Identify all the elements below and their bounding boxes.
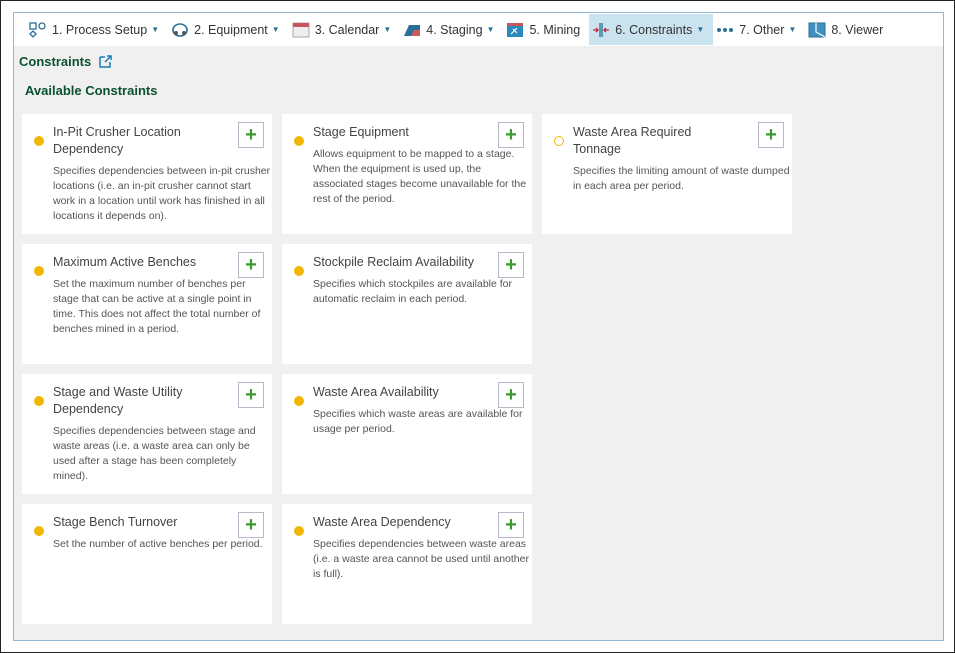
nav-tab-3[interactable]: 3. Calendar ▼ bbox=[289, 14, 401, 45]
add-constraint-button[interactable]: + bbox=[238, 512, 264, 538]
status-dot-icon bbox=[294, 396, 304, 406]
constraint-card: Maximum Active Benches Set the maximum nu… bbox=[22, 244, 272, 364]
chevron-down-icon[interactable]: ▼ bbox=[151, 25, 159, 34]
page-title: Constraints bbox=[19, 54, 112, 69]
constraint-title: In-Pit Crusher Location Dependency bbox=[53, 125, 181, 156]
nav-tab-7[interactable]: 7. Other ▼ bbox=[713, 14, 805, 45]
status-dot-icon bbox=[34, 526, 44, 536]
nav-tab-8[interactable]: 8. Viewer bbox=[805, 14, 892, 45]
constraint-title: Waste Area Required Tonnage bbox=[573, 125, 692, 156]
constraint-description: Specifies dependencies between in-pit cr… bbox=[53, 165, 271, 222]
constraint-card: Stage Bench Turnover Set the number of ac… bbox=[22, 504, 272, 624]
constraint-card: Waste Area Dependency Specifies dependenc… bbox=[282, 504, 532, 624]
top-nav: 1. Process Setup ▼ 2. Equipment ▼ 3. Calenda… bbox=[14, 13, 943, 46]
plus-icon: + bbox=[245, 124, 257, 146]
nav-tab-4[interactable]: 4. Staging ▼ bbox=[400, 14, 503, 45]
constraint-title: Stage Equipment bbox=[313, 125, 409, 139]
nav-tab-label: 2. Equipment bbox=[194, 22, 268, 37]
status-dot-icon bbox=[294, 266, 304, 276]
constraint-title: Waste Area Availability bbox=[313, 385, 439, 399]
add-constraint-button[interactable]: + bbox=[238, 252, 264, 278]
empty-slot bbox=[542, 244, 792, 364]
add-constraint-button[interactable]: + bbox=[758, 122, 784, 148]
equipment-icon bbox=[171, 22, 194, 38]
plus-icon: + bbox=[505, 124, 517, 146]
add-constraint-button[interactable]: + bbox=[498, 252, 524, 278]
nav-tab-5[interactable]: 5. Mining bbox=[503, 14, 589, 45]
viewer-icon bbox=[808, 22, 831, 38]
plus-icon: + bbox=[765, 124, 777, 146]
constraint-card: Stage and Waste Utility Dependency Specif… bbox=[22, 374, 272, 494]
constraint-title: Stage Bench Turnover bbox=[53, 515, 178, 529]
constraint-title: Stage and Waste Utility Dependency bbox=[53, 385, 183, 416]
constraint-card: Stockpile Reclaim Availability Specifies … bbox=[282, 244, 532, 364]
plus-icon: + bbox=[245, 384, 257, 406]
chevron-down-icon[interactable]: ▼ bbox=[272, 25, 280, 34]
add-constraint-button[interactable]: + bbox=[238, 122, 264, 148]
nav-tab-label: 6. Constraints bbox=[615, 22, 693, 37]
chevron-down-icon[interactable]: ▼ bbox=[788, 25, 796, 34]
add-constraint-button[interactable]: + bbox=[238, 382, 264, 408]
mining-icon bbox=[506, 22, 529, 38]
nav-tab-6[interactable]: 6. Constraints ▼ bbox=[589, 14, 714, 45]
empty-slot bbox=[542, 374, 792, 494]
constraint-description: Allows equipment to be mapped to a stage… bbox=[313, 148, 527, 205]
constraint-description: Specifies dependencies between stage and… bbox=[53, 425, 256, 482]
constraint-card: Waste Area Required Tonnage Specifies the… bbox=[542, 114, 792, 234]
nav-tab-label: 5. Mining bbox=[529, 22, 581, 37]
plus-icon: + bbox=[505, 384, 517, 406]
constraint-title: Stockpile Reclaim Availability bbox=[313, 255, 474, 269]
constraint-card: In-Pit Crusher Location Dependency Specif… bbox=[22, 114, 272, 234]
constraint-description: Specifies which stockpiles are available… bbox=[313, 278, 513, 305]
nav-tab-1[interactable]: 1. Process Setup ▼ bbox=[26, 14, 168, 45]
constraint-card: Waste Area Availability Specifies which w… bbox=[282, 374, 532, 494]
staging-icon bbox=[403, 22, 426, 38]
nav-tab-label: 7. Other bbox=[739, 22, 785, 37]
nav-tab-2[interactable]: 2. Equipment ▼ bbox=[168, 14, 289, 45]
constraints-grid: In-Pit Crusher Location Dependency Specif… bbox=[22, 114, 792, 624]
add-constraint-button[interactable]: + bbox=[498, 512, 524, 538]
status-dot-icon bbox=[294, 136, 304, 146]
add-constraint-button[interactable]: + bbox=[498, 382, 524, 408]
process-setup-icon bbox=[29, 21, 52, 38]
main-panel: 1. Process Setup ▼ 2. Equipment ▼ 3. Calenda… bbox=[13, 12, 944, 641]
constraint-card: Stage Equipment Allows equipment to be ma… bbox=[282, 114, 532, 234]
nav-tab-label: 1. Process Setup bbox=[52, 22, 148, 37]
status-dot-icon bbox=[294, 526, 304, 536]
calendar-icon bbox=[292, 22, 315, 38]
more-dots-icon bbox=[716, 22, 739, 38]
page-title-text: Constraints bbox=[19, 54, 92, 69]
constraint-title: Waste Area Dependency bbox=[313, 515, 451, 529]
status-dot-icon bbox=[34, 396, 44, 406]
plus-icon: + bbox=[505, 254, 517, 276]
add-constraint-button[interactable]: + bbox=[498, 122, 524, 148]
status-dot-icon bbox=[554, 136, 564, 146]
chevron-down-icon[interactable]: ▼ bbox=[487, 25, 495, 34]
section-title: Available Constraints bbox=[25, 83, 158, 98]
nav-tab-label: 4. Staging bbox=[426, 22, 483, 37]
status-dot-icon bbox=[34, 136, 44, 146]
chevron-down-icon[interactable]: ▼ bbox=[383, 25, 391, 34]
status-dot-icon bbox=[34, 266, 44, 276]
constraint-description: Specifies the limiting amount of waste d… bbox=[573, 165, 790, 192]
plus-icon: + bbox=[505, 514, 517, 536]
constraint-description: Specifies dependencies between waste are… bbox=[313, 538, 529, 580]
external-link-icon[interactable] bbox=[99, 55, 112, 68]
constraints-icon bbox=[592, 22, 615, 38]
constraint-description: Set the number of active benches per per… bbox=[53, 538, 263, 550]
nav-tab-label: 3. Calendar bbox=[314, 22, 380, 37]
constraint-title: Maximum Active Benches bbox=[53, 255, 197, 269]
constraint-description: Specifies which waste areas are availabl… bbox=[313, 408, 523, 435]
chevron-down-icon[interactable]: ▼ bbox=[696, 25, 704, 34]
plus-icon: + bbox=[245, 254, 257, 276]
plus-icon: + bbox=[245, 514, 257, 536]
constraint-description: Set the maximum number of benches per st… bbox=[53, 278, 261, 335]
nav-tab-label: 8. Viewer bbox=[831, 22, 884, 37]
